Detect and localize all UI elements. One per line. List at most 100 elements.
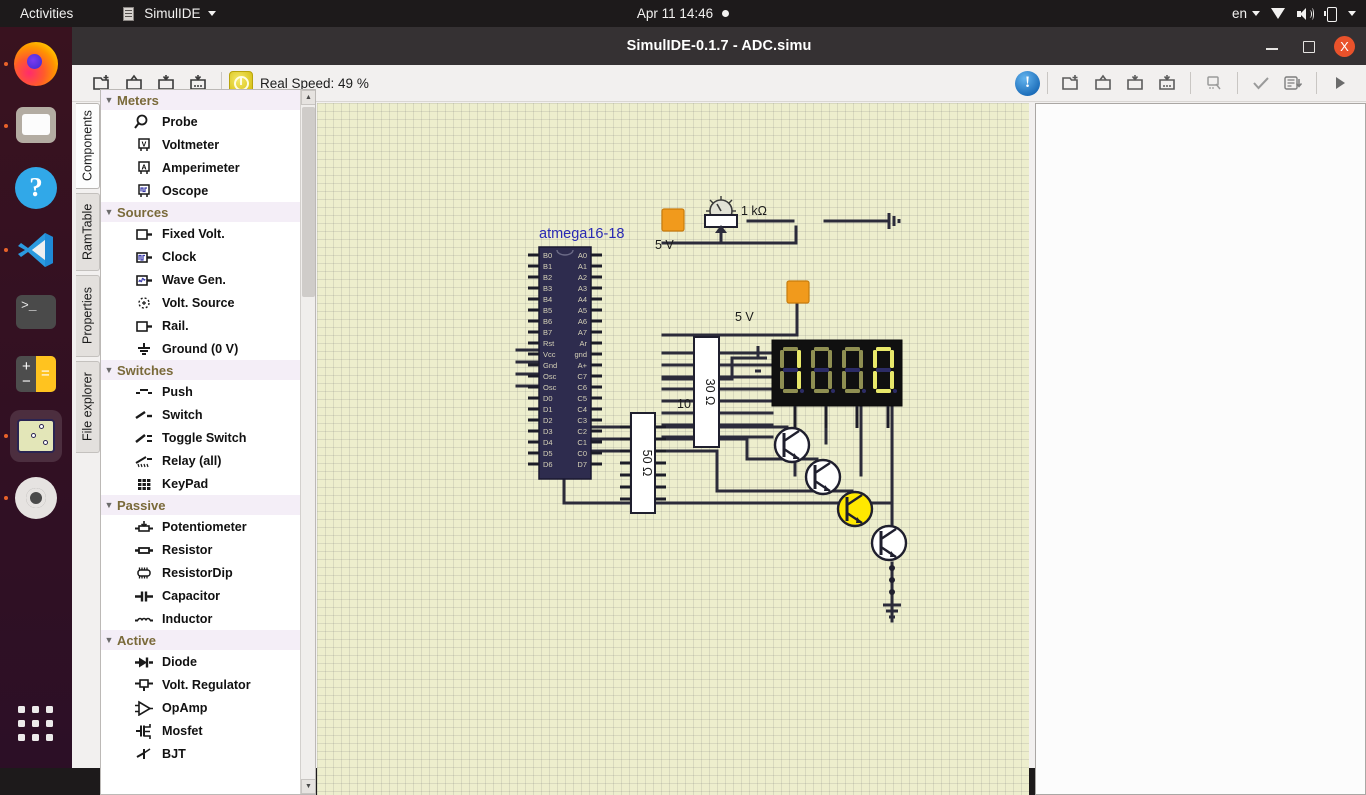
save-as-file-button[interactable] [1151, 69, 1183, 97]
component-item-bjt[interactable]: BJT [101, 742, 301, 765]
tab-file-explorer[interactable]: File explorer [76, 361, 100, 453]
component-category-passive[interactable]: ▼ Passive [101, 495, 301, 515]
resistor-pack-30[interactable]: 30 Ω [693, 336, 720, 448]
open-file-button[interactable] [1087, 69, 1119, 97]
component-category-active[interactable]: ▼ Active [101, 630, 301, 650]
chevron-down-icon[interactable]: ▼ [101, 500, 117, 510]
component-item-amperimeter[interactable]: A Amperimeter [101, 156, 301, 179]
ground-symbol-top[interactable] [883, 213, 901, 229]
keyboard-layout-indicator[interactable]: en [1232, 6, 1260, 21]
mcu-pin-left-b6: B6 [543, 317, 552, 326]
compile-button[interactable] [1245, 69, 1277, 97]
mcu-pin-left-d1: D1 [543, 405, 553, 414]
dock-item-vscode[interactable] [4, 224, 62, 276]
dock-item-settings[interactable] [4, 472, 62, 524]
component-item-push[interactable]: Push [101, 380, 301, 403]
circuit-canvas[interactable]: atmega16-18 B0 B1 B2 B3 B4 B5 B6 B7 Rst Vcc Gnd [317, 103, 1029, 795]
component-item-relay-all[interactable]: Relay (all) [101, 449, 301, 472]
circuit-schematic[interactable]: atmega16-18 B0B1B2B3B4B5B6B7RstVccGndOsc… [317, 103, 1029, 795]
component-item-label: Diode [162, 654, 197, 669]
save-file-button[interactable] [1119, 69, 1151, 97]
category-label: Switches [117, 362, 174, 378]
transistor-q4[interactable] [870, 524, 908, 562]
components-scrollbar[interactable]: ▲ ▼ [300, 90, 315, 794]
transistor-q3[interactable] [836, 490, 874, 528]
transistor-q1[interactable] [773, 426, 811, 464]
component-item-oscope[interactable]: Oscope [101, 179, 301, 202]
scroll-down-icon[interactable]: ▼ [301, 779, 315, 794]
chevron-down-icon[interactable]: ▼ [101, 95, 117, 105]
component-item-resistor[interactable]: Resistor [101, 538, 301, 561]
component-item-probe[interactable]: Probe [101, 110, 301, 133]
right-editor-panel[interactable] [1035, 103, 1366, 795]
category-label: Sources [117, 204, 169, 220]
component-item-switch[interactable]: Switch [101, 403, 301, 426]
mcu-pin-right-c4: C4 [577, 405, 587, 414]
close-button[interactable]: X [1334, 35, 1355, 57]
component-item-label: KeyPad [162, 476, 209, 491]
component-item-diode[interactable]: Diode [101, 650, 301, 673]
component-item-voltmeter[interactable]: V Voltmeter [101, 133, 301, 156]
component-item-opamp[interactable]: OpAmp [101, 696, 301, 719]
dock-item-help[interactable]: ? [10, 162, 62, 214]
dock-item-files[interactable] [4, 100, 62, 152]
scrollbar-thumb[interactable] [302, 107, 315, 297]
voltage-source-top[interactable]: 5 V [655, 208, 685, 252]
tab-components[interactable]: Components [76, 103, 100, 189]
mcu-label: atmega16-18 [539, 226, 624, 242]
component-item-volt-source[interactable]: Volt. Source [101, 291, 301, 314]
upload-button[interactable] [1277, 69, 1309, 97]
component-category-switches[interactable]: ▼ Switches [101, 360, 301, 380]
amperimeter-icon: A [133, 159, 155, 177]
find-replace-button[interactable] [1198, 69, 1230, 97]
resistor-pack-50[interactable]: 50 Ω [620, 412, 666, 514]
mcu-pin-right-c1: C1 [577, 438, 587, 447]
minimize-button[interactable] [1262, 36, 1282, 56]
component-item-wave-gen[interactable]: Wave Gen. [101, 268, 301, 291]
component-item-resistordip[interactable]: ResistorDip [101, 561, 301, 584]
component-item-ground-0-v[interactable]: Ground (0 V) [101, 337, 301, 360]
component-item-rail[interactable]: Rail. [101, 314, 301, 337]
system-status-area[interactable]: en [1232, 0, 1356, 27]
chevron-down-icon[interactable]: ▼ [101, 207, 117, 217]
running-indicator [4, 248, 8, 252]
component-item-inductor[interactable]: Inductor [101, 607, 301, 630]
seven-segment-display[interactable] [771, 339, 903, 428]
component-category-meters[interactable]: ▼ Meters [101, 90, 301, 110]
mosfet-icon [133, 722, 155, 740]
component-item-capacitor[interactable]: Capacitor [101, 584, 301, 607]
show-applications-button[interactable] [14, 702, 58, 746]
component-item-label: Resistor [162, 542, 213, 557]
maximize-button[interactable] [1298, 36, 1318, 56]
chevron-down-icon[interactable]: ▼ [101, 365, 117, 375]
component-item-toggle-switch[interactable]: Toggle Switch [101, 426, 301, 449]
dock-item-terminal[interactable]: >_ [10, 286, 62, 338]
dock-item-calculator[interactable]: + − = [10, 348, 62, 400]
component-item-fixed-volt[interactable]: Fixed Volt. [101, 222, 301, 245]
run-debug-button[interactable] [1324, 69, 1356, 97]
info-button[interactable]: ! [1015, 70, 1040, 96]
chevron-down-icon[interactable]: ▼ [101, 635, 117, 645]
dock-item-simulide[interactable] [4, 410, 62, 462]
clock-area[interactable]: Apr 11 14:46 [0, 0, 1366, 27]
mcu-pin-left-osc: Osc [543, 372, 557, 381]
tab-ramtable[interactable]: RamTable [76, 193, 100, 271]
component-item-potentiometer[interactable]: Potentiometer [101, 515, 301, 538]
scroll-up-icon[interactable]: ▲ [301, 90, 315, 105]
mcu-pin-right-a7: A7 [578, 328, 587, 337]
mcu-pin-left-b5: B5 [543, 306, 552, 315]
component-item-clock[interactable]: Clock [101, 245, 301, 268]
components-tree[interactable]: ▼ Meters Probe V Voltmeter A Amperimeter Oscope… [101, 90, 301, 794]
component-item-keypad[interactable]: KeyPad [101, 472, 301, 495]
transistor-q2[interactable] [804, 458, 842, 496]
component-item-volt-regulator[interactable]: Volt. Regulator [101, 673, 301, 696]
tab-properties[interactable]: Properties [76, 275, 100, 357]
component-category-sources[interactable]: ▼ Sources [101, 202, 301, 222]
mcu-pin-left-vcc: Vcc [543, 350, 556, 359]
ground-symbol-mid[interactable] [749, 346, 767, 373]
svg-text:A: A [141, 164, 146, 171]
dock-item-firefox[interactable] [4, 38, 62, 90]
mcu-atmega16-18[interactable]: atmega16-18 B0B1B2B3B4B5B6B7RstVccGndOsc… [528, 226, 624, 480]
new-file-button[interactable] [1055, 69, 1087, 97]
component-item-mosfet[interactable]: Mosfet [101, 719, 301, 742]
